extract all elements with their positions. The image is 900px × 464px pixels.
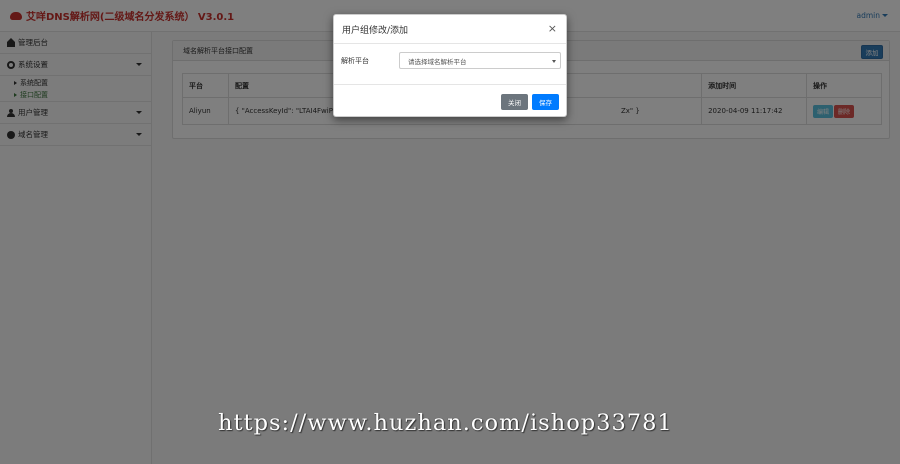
dialog-footer: 关闭 保存	[334, 85, 566, 118]
platform-select-value: 请选择域名解析平台	[408, 57, 467, 66]
save-button[interactable]: 保存	[532, 94, 559, 110]
chevron-down-icon	[552, 60, 556, 63]
edit-dialog: 用户组修改/添加 × 解析平台 请选择域名解析平台 关闭 保存	[333, 14, 567, 117]
watermark-text: https://www.huzhan.com/ishop33781	[218, 410, 673, 436]
close-icon[interactable]: ×	[548, 23, 557, 34]
dialog-header: 用户组修改/添加 ×	[334, 15, 566, 44]
platform-field-label: 解析平台	[341, 57, 369, 65]
platform-select[interactable]: 请选择域名解析平台	[399, 52, 561, 69]
dialog-title: 用户组修改/添加	[342, 25, 409, 36]
dialog-body: 解析平台 请选择域名解析平台	[334, 44, 566, 85]
close-button[interactable]: 关闭	[501, 94, 528, 110]
